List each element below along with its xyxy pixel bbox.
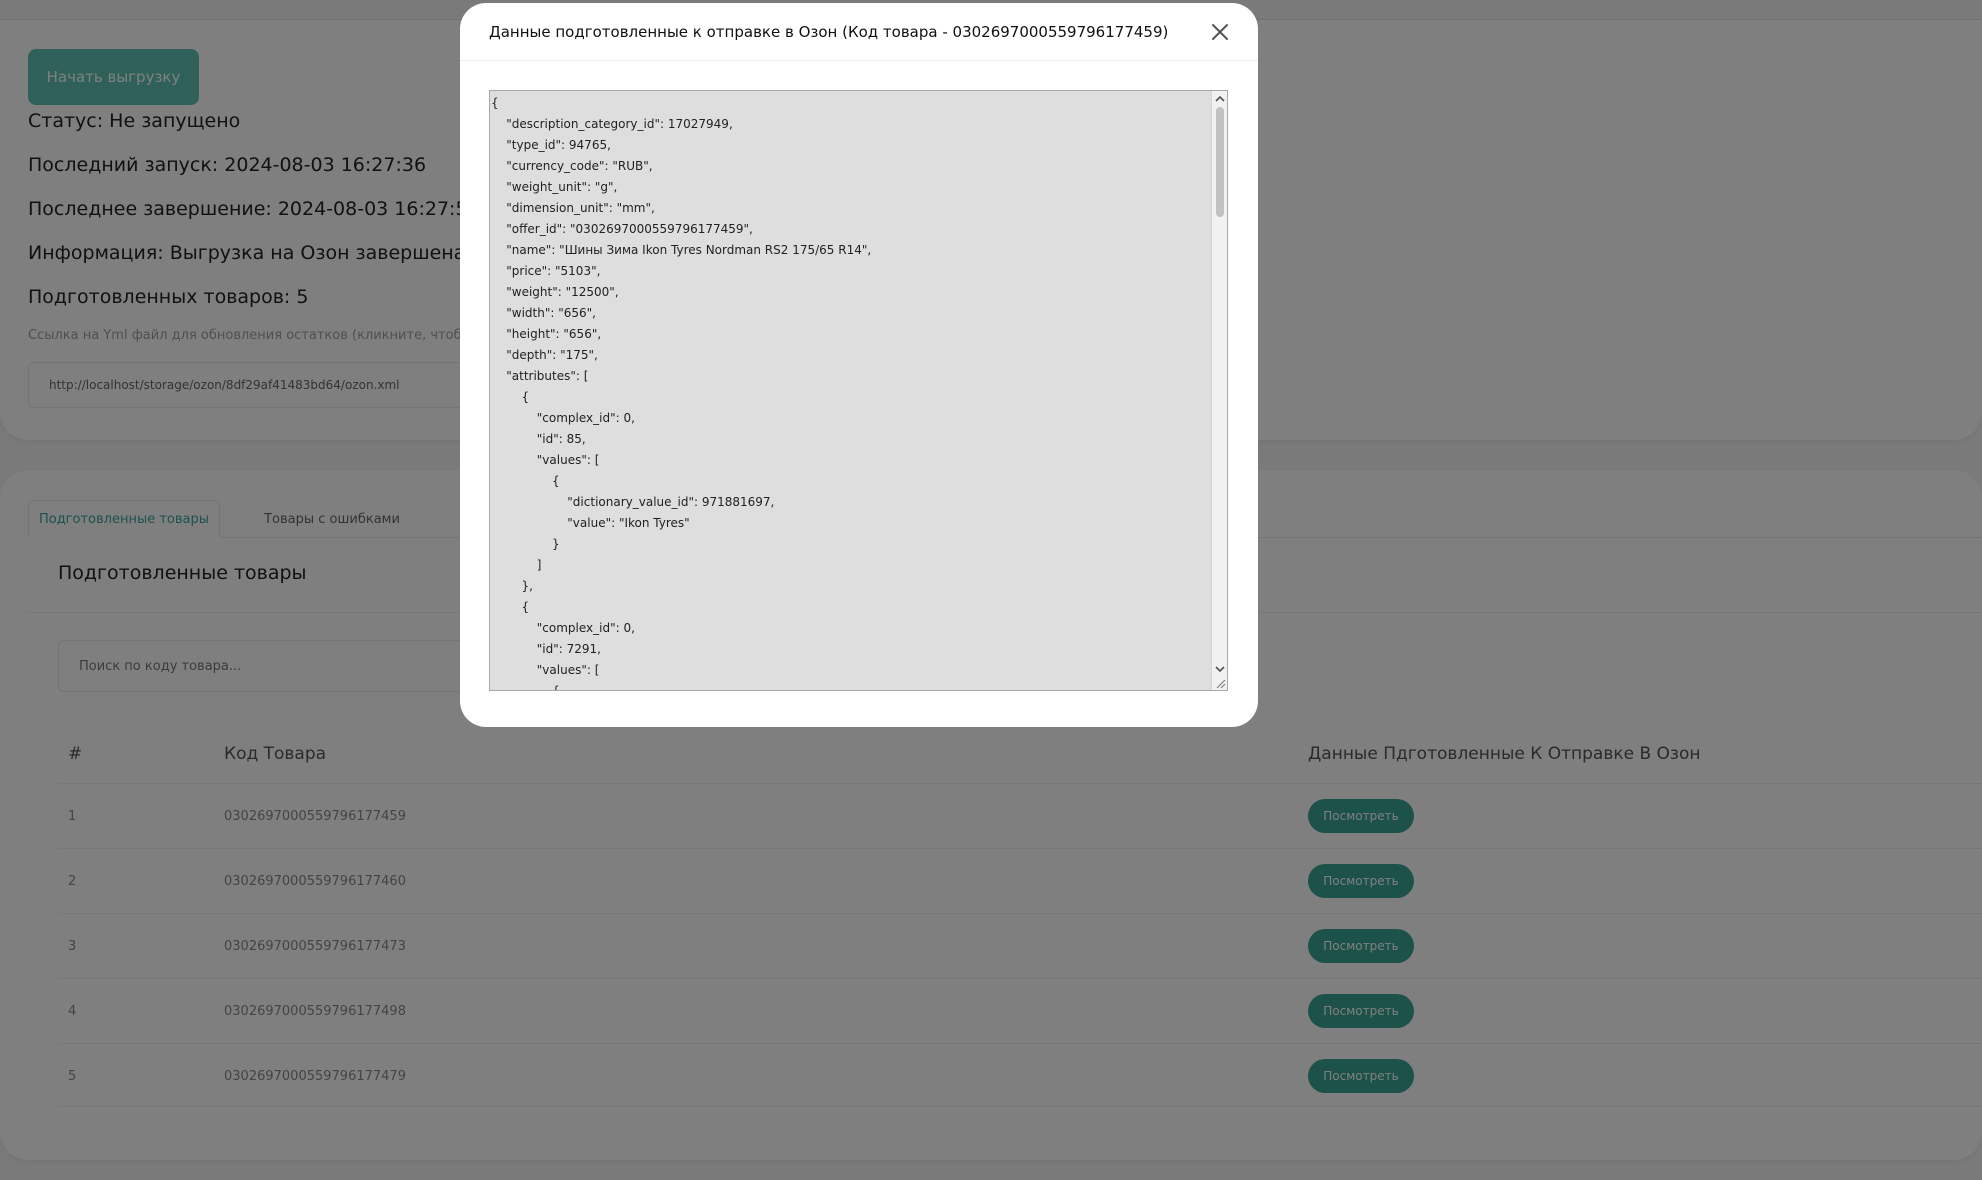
json-line: {	[491, 474, 560, 488]
json-line: "attributes": [	[491, 369, 589, 383]
json-line: "width": "656",	[491, 306, 596, 320]
json-line: "weight_unit": "g",	[491, 180, 618, 194]
json-line: "name": "Шины Зима Ikon Tyres Nordman RS…	[491, 243, 872, 257]
close-icon[interactable]	[1208, 20, 1232, 44]
scroll-up-icon[interactable]	[1212, 92, 1228, 106]
json-line: {	[491, 600, 530, 614]
json-line: "value": "Ikon Tyres"	[491, 516, 690, 530]
json-line: "complex_id": 0,	[491, 621, 635, 635]
json-line: "currency_code": "RUB",	[491, 159, 653, 173]
json-line: {	[491, 390, 530, 404]
json-line: {	[491, 684, 560, 691]
modal-title: Данные подготовленные к отправке в Озон …	[489, 23, 1169, 41]
json-line: ]	[491, 558, 542, 572]
json-line: "dictionary_value_id": 971881697,	[491, 495, 775, 509]
json-line: "description_category_id": 17027949,	[491, 117, 733, 131]
json-line: "depth": "175",	[491, 348, 598, 362]
json-line: {	[491, 96, 499, 110]
json-preview-modal: Данные подготовленные к отправке в Озон …	[460, 3, 1258, 727]
json-line: "type_id": 94765,	[491, 138, 611, 152]
modal-header: Данные подготовленные к отправке в Озон …	[460, 3, 1258, 61]
json-line: "complex_id": 0,	[491, 411, 635, 425]
json-line: }	[491, 537, 560, 551]
json-line: "dimension_unit": "mm",	[491, 201, 655, 215]
json-content: { "description_category_id": 17027949, "…	[490, 91, 1208, 691]
json-line: "weight": "12500",	[491, 285, 619, 299]
json-line: "values": [	[491, 663, 600, 677]
scroll-down-icon[interactable]	[1212, 662, 1228, 676]
json-line: "values": [	[491, 453, 600, 467]
json-line: "id": 7291,	[491, 642, 601, 656]
json-line: "price": "5103",	[491, 264, 601, 278]
textarea-scrollbar[interactable]	[1211, 91, 1227, 690]
resize-handle-icon[interactable]	[1214, 677, 1226, 689]
json-line: "height": "656",	[491, 327, 602, 341]
json-line: "id": 85,	[491, 432, 586, 446]
scroll-thumb[interactable]	[1216, 107, 1224, 217]
json-line: },	[491, 579, 533, 593]
json-textarea[interactable]: { "description_category_id": 17027949, "…	[489, 90, 1228, 691]
json-line: "offer_id": "0302697000559796177459",	[491, 222, 753, 236]
